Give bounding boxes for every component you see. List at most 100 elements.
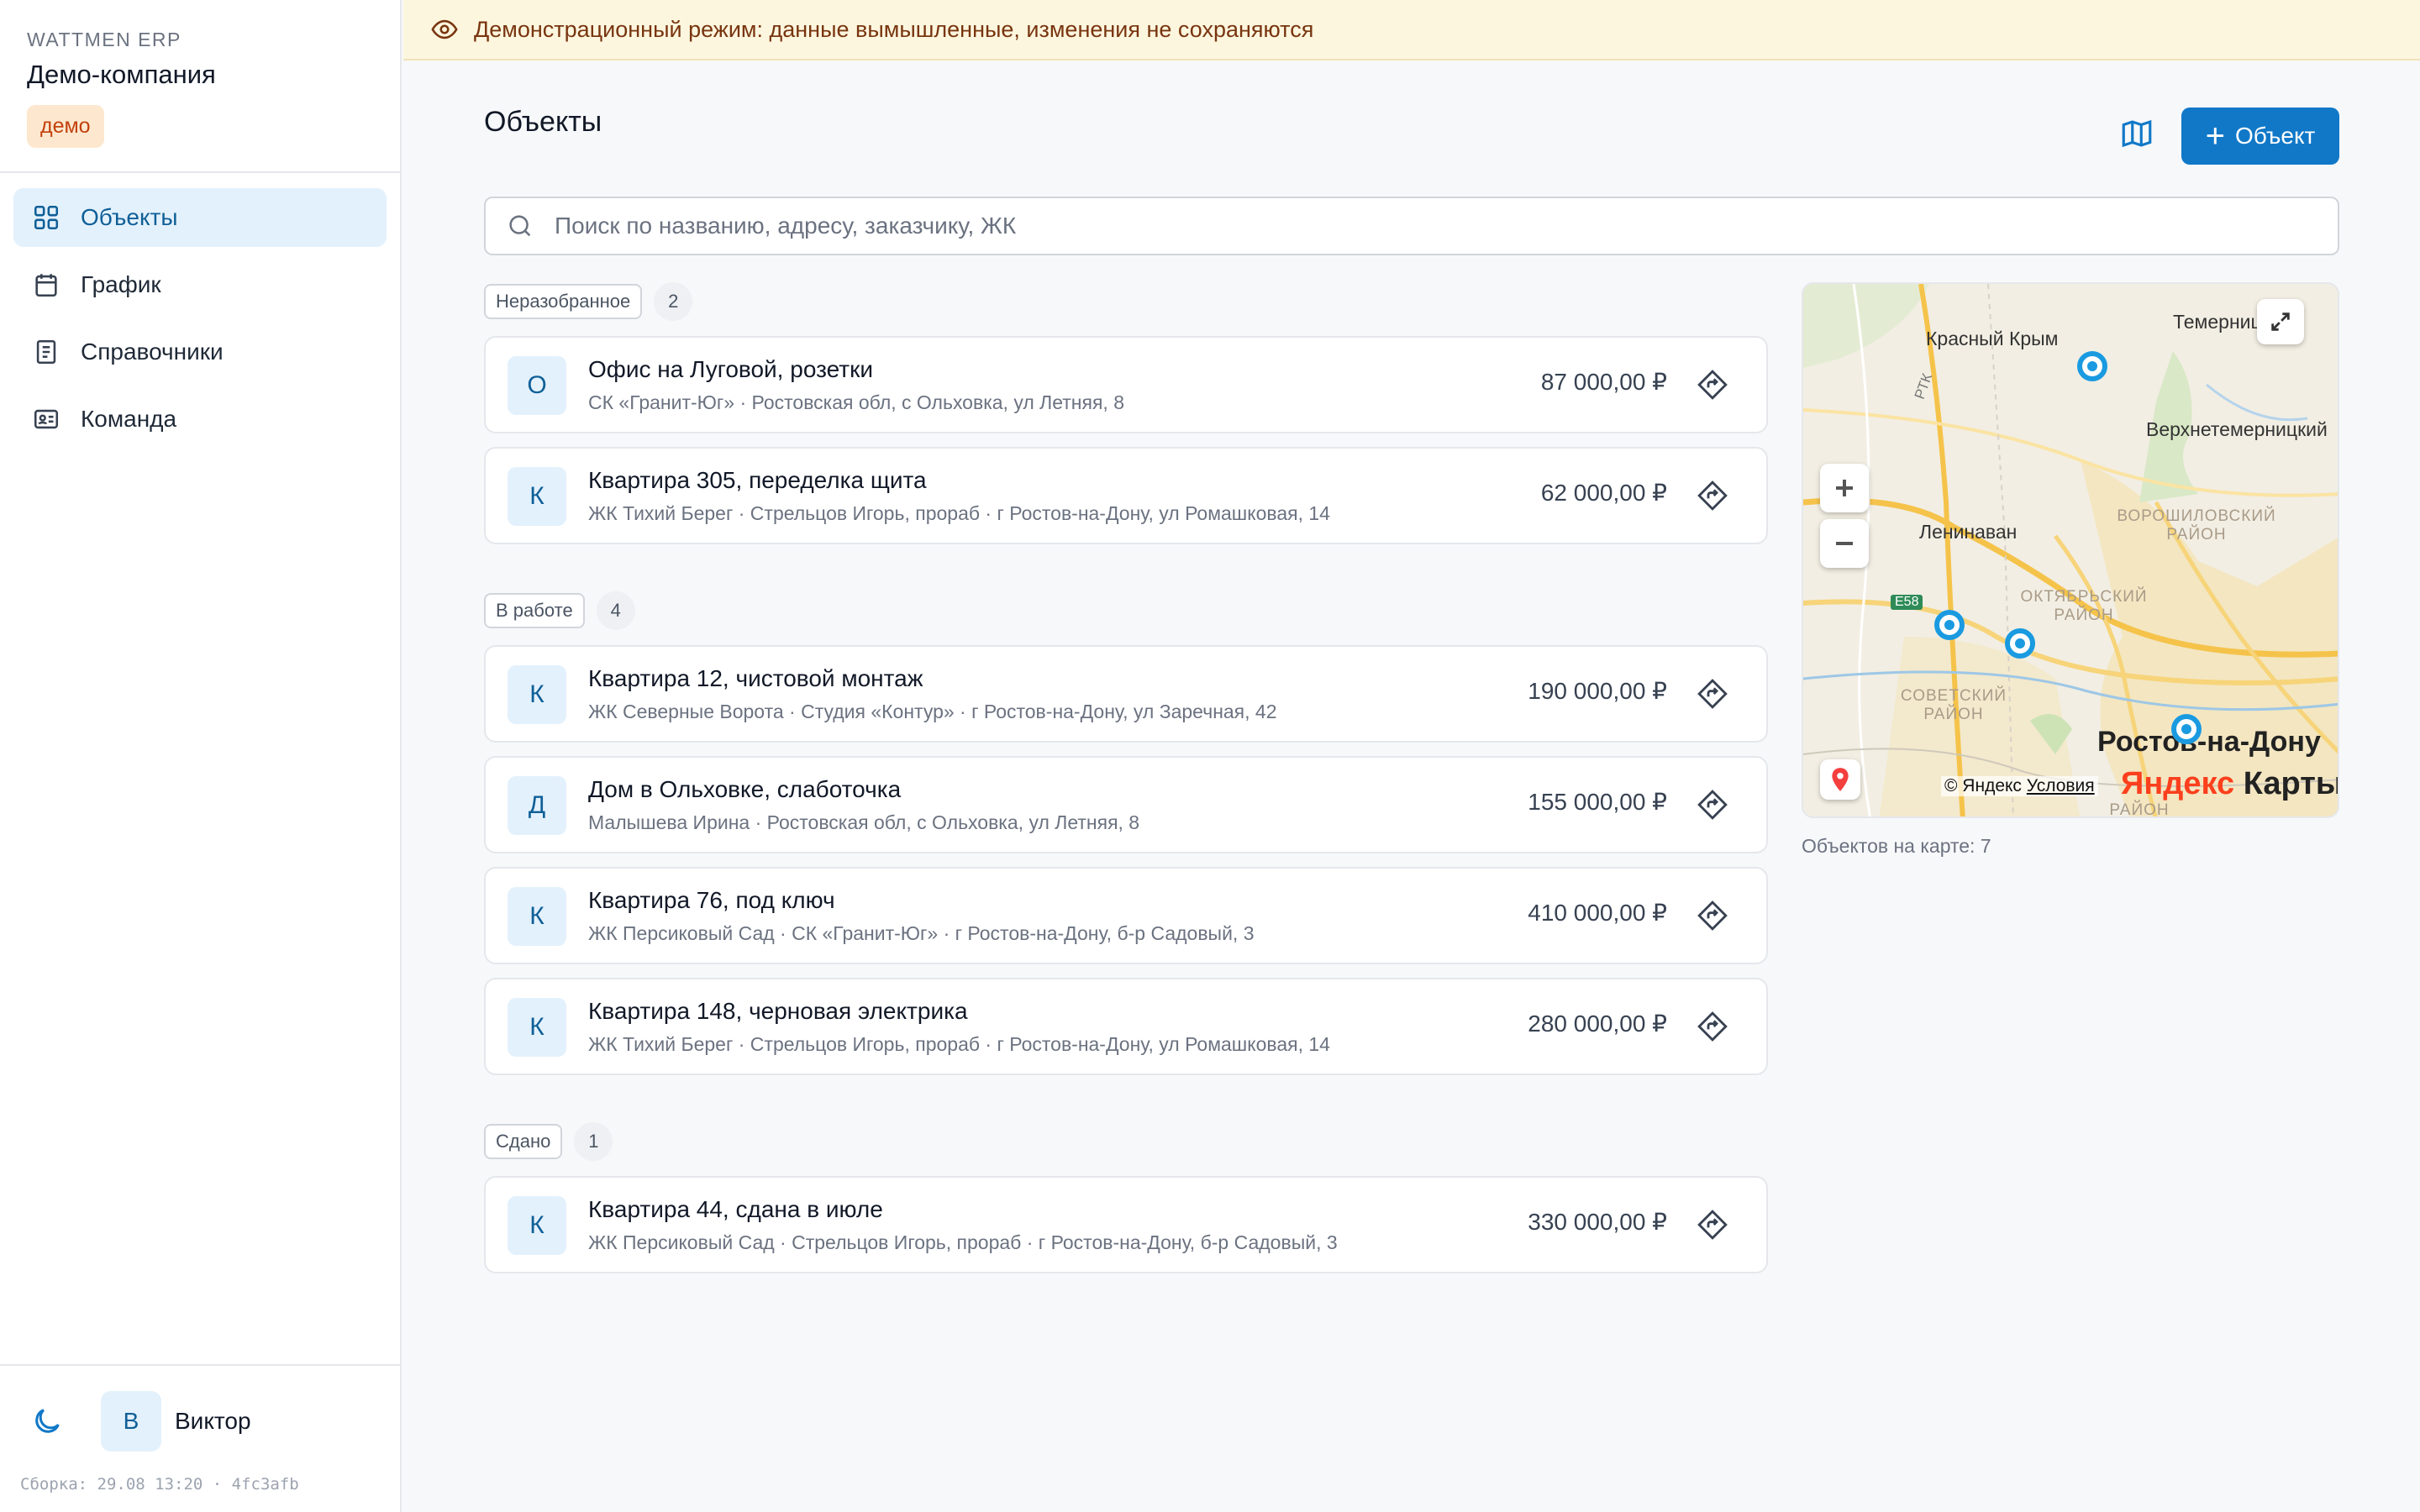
card-subtitle: Малышева Ирина · Ростовская обл, с Ольхо… (588, 811, 1140, 833)
object-card[interactable]: О Офис на Луговой, розетки СК «Гранит-Юг… (484, 336, 1768, 433)
sidebar-footer: В Виктор Сборка: 29.08 13:20 · 4fc3afb (0, 1364, 400, 1512)
card-title: Квартира 305, переделка щита (588, 467, 927, 493)
map-marker[interactable] (2072, 346, 2112, 386)
card-avatar: О (508, 356, 566, 415)
add-object-label: Объект (2235, 123, 2316, 149)
zoom-out-button[interactable] (1820, 519, 1869, 568)
card-subtitle: СК «Гранит-Юг» · Ростовская обл, с Ольхо… (588, 391, 1124, 413)
card-title: Квартира 12, чистовой монтаж (588, 665, 923, 691)
card-price: 62 000,00 ₽ (1540, 480, 1667, 506)
route-icon[interactable] (1696, 368, 1729, 402)
sidebar: WATTMEN ERP Демо-компания демо Объекты Г… (0, 0, 402, 1512)
zoom-in-button[interactable] (1820, 464, 1869, 512)
nav-item-label: Справочники (81, 339, 224, 365)
object-card[interactable]: К Квартира 305, переделка щита ЖК Тихий … (484, 447, 1768, 544)
map-label: Красный Крым (1926, 328, 2059, 349)
card-subtitle: ЖК Тихий Берег · Стрельцов Игорь, прораб… (588, 1033, 1330, 1055)
object-card[interactable]: К Квартира 148, черновая электрика ЖК Ти… (484, 978, 1768, 1075)
object-card[interactable]: Д Дом в Ольховке, слаботочка Малышева Ир… (484, 756, 1768, 853)
card-avatar: К (508, 665, 566, 724)
object-card[interactable]: К Квартира 76, под ключ ЖК Персиковый Са… (484, 867, 1768, 964)
card-avatar: К (508, 1196, 566, 1255)
route-icon[interactable] (1696, 677, 1729, 711)
nav-item-label: График (81, 271, 161, 297)
calendar-icon (35, 274, 57, 297)
route-icon[interactable] (1696, 1010, 1729, 1043)
map-district-label: СОВЕТСКИЙ РАЙОН (1900, 687, 2007, 723)
map-copyright: © Яндекс Условия (1941, 776, 2098, 796)
map-label: Ленинаван (1919, 521, 2018, 543)
card-title: Квартира 148, черновая электрика (588, 998, 968, 1024)
map-district-label: ВОРОШИЛОВСКИЙ РАЙОН (2117, 507, 2276, 543)
group-count: 1 (574, 1122, 613, 1161)
fullscreen-button[interactable] (2257, 299, 2304, 344)
copyright-text: © Яндекс (1944, 776, 2022, 795)
avatar[interactable]: В (101, 1391, 161, 1452)
card-subtitle: ЖК Тихий Берег · Стрельцов Игорь, прораб… (588, 502, 1330, 524)
expand-icon (2271, 312, 2290, 331)
brand-block: WATTMEN ERP Демо-компания демо (0, 0, 400, 173)
card-avatar: К (508, 467, 566, 526)
location-pin-icon (1832, 768, 1849, 791)
add-object-button[interactable]: + Объект (2181, 108, 2339, 165)
build-info: Сборка: 29.08 13:20 · 4fc3afb (20, 1475, 299, 1494)
card-price: 87 000,00 ₽ (1540, 369, 1667, 395)
card-price: 280 000,00 ₽ (1528, 1011, 1667, 1037)
map-label-city: Ростов-на-Дону (2097, 726, 2321, 758)
map-marker[interactable] (2166, 709, 2207, 749)
plus-icon: + (2205, 118, 2225, 155)
id-card-icon (34, 409, 59, 429)
map-icon[interactable] (2119, 116, 2154, 151)
map-marker[interactable] (2000, 623, 2040, 664)
group-count: 4 (596, 591, 635, 630)
nav-item-objects[interactable]: Объекты (13, 188, 387, 247)
card-subtitle: ЖК Северные Ворота · Студия «Контур» · г… (588, 701, 1277, 722)
route-icon[interactable] (1696, 479, 1729, 512)
grid-icon (34, 205, 59, 230)
map-district-label: ОКТЯБРЬСКИЙ РАЙОН (2020, 588, 2148, 624)
map-widget[interactable]: Красный Крым Темерницкий Верхнетемерницк… (1802, 282, 2339, 818)
yandex-maps-logo[interactable]: Яндекс Карты (2121, 766, 2338, 802)
group-tag: Неразобранное (484, 284, 643, 319)
search-input[interactable] (555, 213, 2203, 239)
card-title: Квартира 44, сдана в июле (588, 1196, 883, 1222)
object-card[interactable]: К Квартира 44, сдана в июле ЖК Персиковы… (484, 1176, 1768, 1273)
card-avatar: К (508, 998, 566, 1057)
brand-product-name: WATTMEN ERP (27, 29, 182, 50)
user-name[interactable]: Виктор (175, 1408, 251, 1435)
geolocation-button[interactable] (1820, 759, 1860, 800)
moon-icon[interactable] (30, 1404, 64, 1438)
route-icon[interactable] (1696, 1208, 1729, 1242)
card-price: 155 000,00 ₽ (1528, 789, 1667, 815)
group-count: 2 (654, 282, 693, 321)
search-icon (509, 215, 531, 237)
group-tag: Сдано (484, 1124, 563, 1159)
search-box (484, 197, 2339, 255)
object-card[interactable]: К Квартира 12, чистовой монтаж ЖК Северн… (484, 645, 1768, 743)
card-avatar: Д (508, 776, 566, 835)
map-label: Верхнетемерницкий (2146, 418, 2328, 440)
nav-item-label: Объекты (81, 204, 178, 230)
logo-ya: Яндекс (2121, 766, 2235, 801)
eye-icon (431, 19, 458, 39)
route-icon[interactable] (1696, 899, 1729, 932)
terms-link[interactable]: Условия (2027, 776, 2095, 795)
nav-item-team[interactable]: Команда (13, 390, 387, 449)
map-marker[interactable] (1929, 605, 1970, 645)
nav-item-references[interactable]: Справочники (13, 323, 387, 381)
nav-item-schedule[interactable]: График (13, 255, 387, 314)
card-price: 410 000,00 ₽ (1528, 900, 1667, 926)
map-district-label: РАЙОН (2109, 801, 2170, 818)
minus-icon (1836, 542, 1853, 545)
road-sign: E58 (1891, 595, 1923, 610)
page-title: Объекты (484, 106, 602, 138)
group-header: Неразобранное 2 (484, 282, 693, 321)
company-name: Демо-компания (27, 60, 216, 89)
card-subtitle: ЖК Персиковый Сад · СК «Гранит-Юг» · г Р… (588, 922, 1255, 944)
card-title: Дом в Ольховке, слаботочка (588, 776, 902, 802)
nav-item-label: Команда (81, 406, 177, 432)
route-icon[interactable] (1696, 788, 1729, 822)
card-avatar: К (508, 887, 566, 946)
book-icon (36, 339, 56, 365)
demo-badge: демо (27, 105, 104, 148)
